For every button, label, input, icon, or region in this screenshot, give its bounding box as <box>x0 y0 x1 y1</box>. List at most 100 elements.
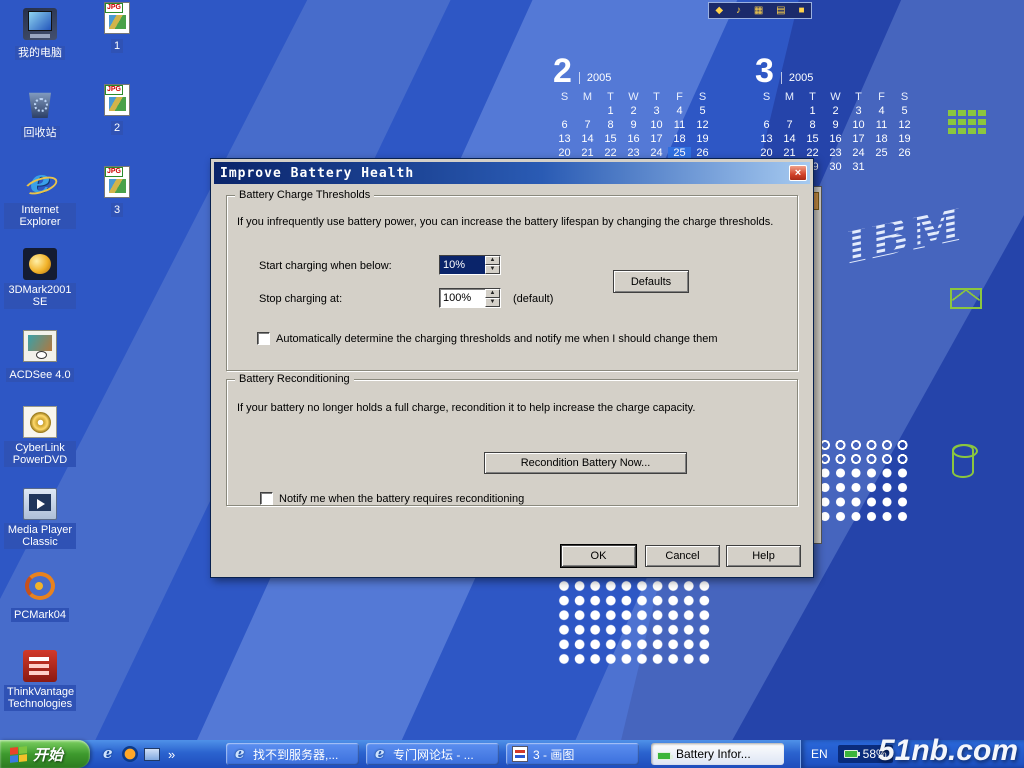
pointer-icon[interactable]: ◆ <box>715 6 723 16</box>
help-button[interactable]: Help <box>726 545 801 567</box>
calendar-day: 11 <box>870 119 893 132</box>
osd-toolbar[interactable]: ◆ ♪ ▦ ▤ ■ <box>708 2 812 19</box>
3dmark-icon <box>23 248 57 280</box>
calendar-day: 12 <box>893 119 916 132</box>
start-button[interactable]: 开始 <box>0 740 90 768</box>
spin-down-icon[interactable]: ▼ <box>485 298 500 307</box>
stop-charging-spinner[interactable]: 100% ▲ ▼ <box>439 288 501 308</box>
desktop-icon-3dmark[interactable]: 3DMark2001 SE <box>3 248 77 310</box>
dots-pattern-right <box>818 466 912 524</box>
calendar-day: 4 <box>668 105 691 118</box>
mail-icon <box>950 288 982 309</box>
calendar-day: 17 <box>645 133 668 146</box>
desktop-icon-label: PCMark04 <box>11 608 69 622</box>
settings-icon[interactable]: ▤ <box>776 6 785 16</box>
calendar-day: 12 <box>691 119 714 132</box>
calendar-day <box>553 105 576 118</box>
calendar-day: 17 <box>847 133 870 146</box>
desktop-icon-powerdvd[interactable]: CyberLink PowerDVD <box>3 406 77 468</box>
cancel-button[interactable]: Cancel <box>645 545 720 567</box>
desktop-icon-jpg-3[interactable]: JPG3 <box>88 166 146 218</box>
desktop-icon-recycle-bin[interactable]: 回收站 <box>3 88 77 141</box>
desktop-icon-media-player-classic[interactable]: Media Player Classic <box>3 488 77 550</box>
close-button[interactable]: × <box>789 165 807 181</box>
calendar-year: 2005 <box>781 72 813 84</box>
thresholds-description: If you infrequently use battery power, y… <box>237 216 787 228</box>
jpg-icons: JPG1 JPG2 JPG3 <box>88 0 146 768</box>
calendar-day: 31 <box>847 161 870 174</box>
start-label: 开始 <box>33 744 63 765</box>
calendar-day: 9 <box>622 119 645 132</box>
task-label: 找不到服务器,... <box>253 746 338 763</box>
recondition-battery-button[interactable]: Recondition Battery Now... <box>484 452 687 474</box>
group-legend: Battery Charge Thresholds <box>235 189 374 201</box>
calendar-day: 10 <box>847 119 870 132</box>
desktop-icon-my-computer[interactable]: 我的电脑 <box>3 8 77 61</box>
checkbox-icon[interactable] <box>257 332 270 345</box>
desktop-quicklaunch-icon[interactable] <box>144 748 160 761</box>
desktop-icon-label: Internet Explorer <box>4 203 76 229</box>
spin-up-icon[interactable]: ▲ <box>485 256 500 265</box>
calendar-day: 8 <box>801 119 824 132</box>
jpg-thumbnail <box>109 15 126 29</box>
calendar-day: 5 <box>893 105 916 118</box>
recycle-bin-icon <box>23 88 57 120</box>
language-indicator[interactable]: EN <box>811 747 828 761</box>
calendar-dow: F <box>870 91 893 104</box>
calendar-day: 14 <box>778 133 801 146</box>
ie-quicklaunch-icon[interactable] <box>100 746 116 762</box>
my-computer-icon <box>23 8 57 40</box>
notify-reconditioning-checkbox[interactable]: Notify me when the battery requires reco… <box>260 492 524 505</box>
auto-determine-checkbox[interactable]: Automatically determine the charging thr… <box>257 332 717 345</box>
jpg-file-icon: JPG <box>104 84 130 116</box>
calendar-dow: M <box>778 91 801 104</box>
calendar-day: 1 <box>599 105 622 118</box>
calendar-month: 2 <box>553 54 572 88</box>
desktop-icon-thinkvantage[interactable]: ThinkVantage Technologies <box>3 650 77 712</box>
taskbar: 开始 » 找不到服务器,... 专门网论坛 - ... 3 - 画图 Battery … <box>0 740 1024 768</box>
calendar-dow: T <box>847 91 870 104</box>
calendar-dow: W <box>622 91 645 104</box>
calendar-day: 7 <box>778 119 801 132</box>
taskbar-task-3[interactable]: 3 - 画图 <box>506 743 639 765</box>
audio-icon[interactable]: ♪ <box>736 6 741 16</box>
calendar-day: 4 <box>870 105 893 118</box>
default-note: (default) <box>513 293 553 305</box>
stop-charging-value[interactable]: 100% <box>440 289 485 307</box>
spin-down-icon[interactable]: ▼ <box>485 265 500 274</box>
ok-button[interactable]: OK <box>561 545 636 567</box>
chevron-icon[interactable]: » <box>168 747 175 762</box>
desktop-icon-label: ACDSee 4.0 <box>6 368 73 382</box>
desktop-icon-jpg-2[interactable]: JPG2 <box>88 84 146 136</box>
spin-up-icon[interactable]: ▲ <box>485 289 500 298</box>
desktop-icon-jpg-1[interactable]: JPG1 <box>88 2 146 54</box>
media-quicklaunch-icon[interactable] <box>122 746 138 762</box>
start-charging-value[interactable]: 10% <box>440 256 485 274</box>
calendar-day: 26 <box>893 147 916 160</box>
desktop-icon-acdsee[interactable]: ACDSee 4.0 <box>3 330 77 383</box>
power-icon[interactable]: ■ <box>798 6 804 16</box>
calendar-day <box>870 161 893 174</box>
taskbar-task-1[interactable]: 找不到服务器,... <box>226 743 359 765</box>
dialog-titlebar[interactable]: Improve Battery Health × <box>214 162 810 184</box>
display-icon[interactable]: ▦ <box>754 6 763 16</box>
taskbar-task-4[interactable]: Battery Infor... <box>651 743 784 765</box>
calendar-month: 3 <box>755 54 774 88</box>
calendar-day: 16 <box>622 133 645 146</box>
dots-pattern-bottom <box>556 578 713 666</box>
desktop-icon-pcmark[interactable]: PCMark04 <box>3 570 77 623</box>
calendar-dow: S <box>553 91 576 104</box>
calendar-dow: T <box>801 91 824 104</box>
calendar-day: 2 <box>824 105 847 118</box>
defaults-button[interactable]: Defaults <box>613 270 689 293</box>
checkbox-icon[interactable] <box>260 492 273 505</box>
start-charging-spinner[interactable]: 10% ▲ ▼ <box>439 255 501 275</box>
paint-icon <box>512 746 528 762</box>
taskbar-task-2[interactable]: 专门网论坛 - ... <box>366 743 499 765</box>
desktop-icon-internet-explorer[interactable]: Internet Explorer <box>3 168 77 230</box>
calendar-year: 2005 <box>579 72 611 84</box>
calendar-day: 6 <box>755 119 778 132</box>
calendar-day: 7 <box>576 119 599 132</box>
calendar-dow: S <box>893 91 916 104</box>
calendar-day: 18 <box>870 133 893 146</box>
